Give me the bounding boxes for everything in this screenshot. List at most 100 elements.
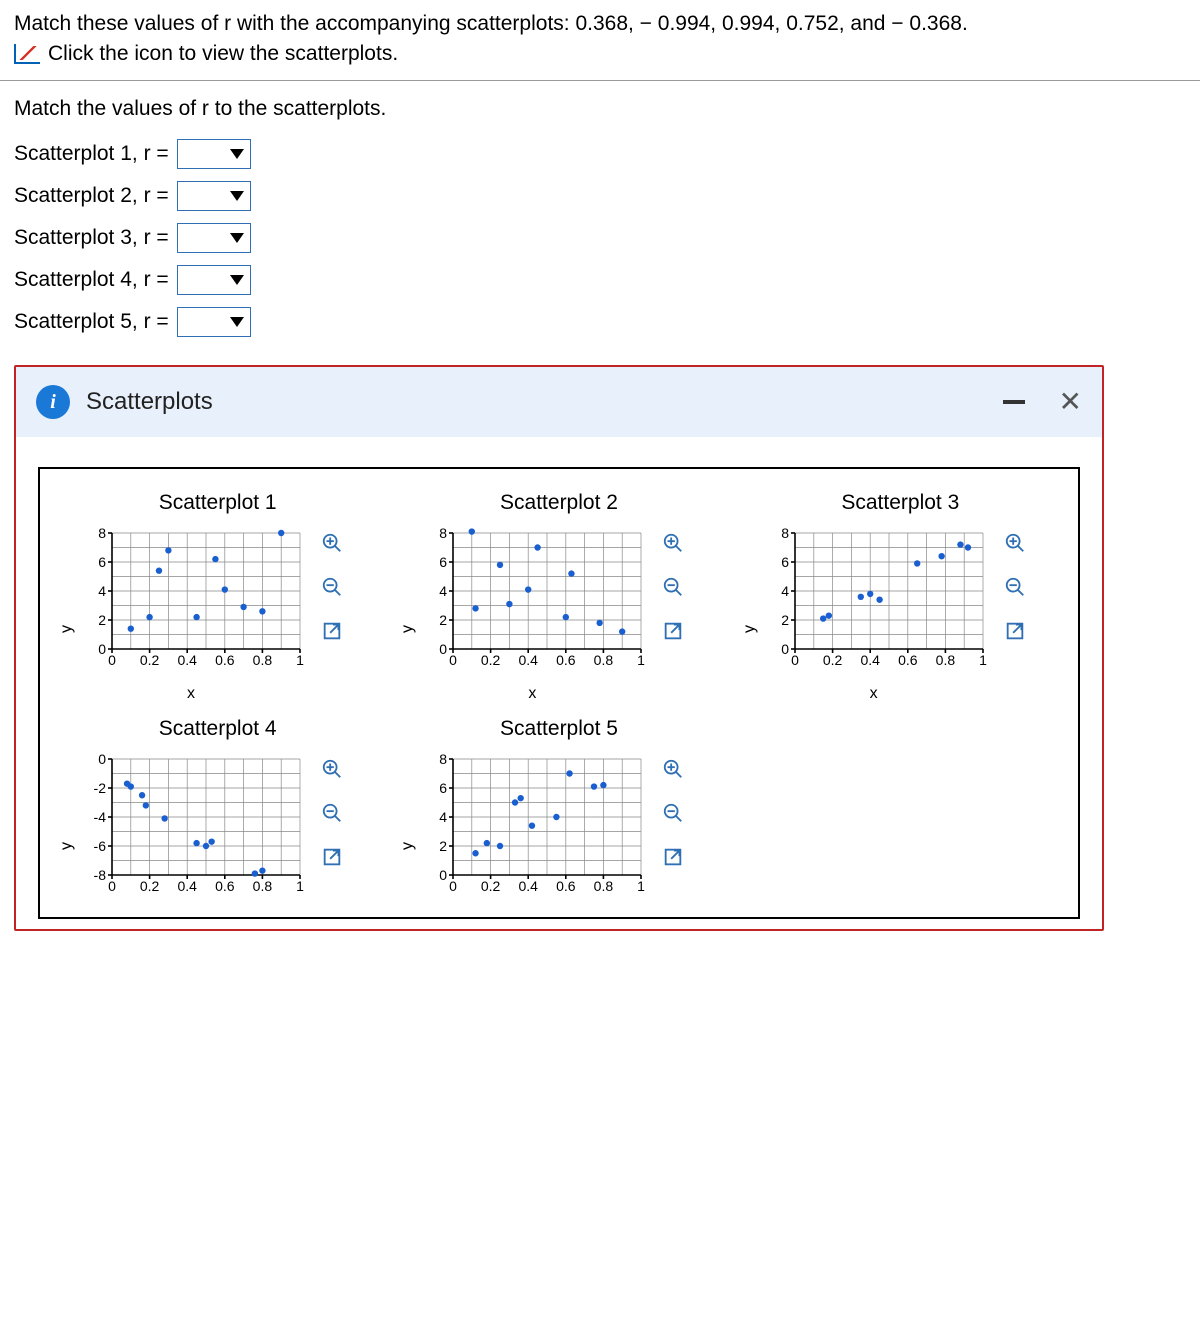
popout-icon[interactable]: [318, 843, 346, 871]
popout-icon[interactable]: [659, 617, 687, 645]
svg-text:0.2: 0.2: [481, 878, 501, 894]
match-row-2: Scatterplot 2, r =: [14, 181, 1186, 211]
svg-text:0.8: 0.8: [935, 652, 955, 668]
r-select-2[interactable]: [177, 181, 251, 211]
svg-text:2: 2: [98, 612, 106, 628]
popout-icon[interactable]: [659, 843, 687, 871]
svg-text:-8: -8: [94, 867, 107, 883]
zoom-out-icon[interactable]: [659, 799, 687, 827]
chevron-down-icon: [230, 149, 244, 159]
svg-text:2: 2: [440, 612, 448, 628]
zoom-in-icon[interactable]: [1001, 529, 1029, 557]
match-label: Scatterplot 3, r =: [14, 226, 169, 250]
minimize-icon[interactable]: [1003, 400, 1025, 404]
plot-cell-5: Scatterplot 5 y 0246800.20.40.60.81: [399, 717, 718, 911]
svg-text:0.8: 0.8: [253, 652, 273, 668]
plot-cell-1: Scatterplot 1 y 0246800.20.40.60.81 x: [58, 491, 377, 703]
view-scatterplots-link[interactable]: Click the icon to view the scatterplots.: [14, 42, 1186, 66]
svg-text:0.2: 0.2: [140, 652, 160, 668]
svg-text:0: 0: [440, 641, 448, 657]
svg-text:0.6: 0.6: [215, 878, 235, 894]
x-axis-label: x: [417, 685, 647, 703]
plot-tools: [318, 751, 346, 871]
svg-text:6: 6: [781, 554, 789, 570]
svg-text:6: 6: [98, 554, 106, 570]
svg-text:4: 4: [98, 583, 106, 599]
zoom-out-icon[interactable]: [1001, 573, 1029, 601]
plot-title: Scatterplot 5: [399, 717, 718, 741]
zoom-out-icon[interactable]: [318, 799, 346, 827]
zoom-in-icon[interactable]: [318, 529, 346, 557]
plot-tools: [1001, 525, 1029, 645]
scatter-chart: 0246800.20.40.60.81: [417, 525, 647, 685]
plot-tools: [318, 525, 346, 645]
svg-text:1: 1: [637, 878, 645, 894]
r-select-5[interactable]: [177, 307, 251, 337]
svg-text:0.6: 0.6: [556, 878, 576, 894]
svg-text:0: 0: [449, 878, 457, 894]
r-select-3[interactable]: [177, 223, 251, 253]
plot-title: Scatterplot 1: [58, 491, 377, 515]
svg-text:0: 0: [108, 878, 116, 894]
zoom-in-icon[interactable]: [659, 529, 687, 557]
svg-text:1: 1: [637, 652, 645, 668]
match-label: Scatterplot 1, r =: [14, 142, 169, 166]
zoom-out-icon[interactable]: [318, 573, 346, 601]
svg-text:8: 8: [781, 525, 789, 541]
zoom-in-icon[interactable]: [659, 755, 687, 783]
match-label: Scatterplot 4, r =: [14, 268, 169, 292]
svg-text:8: 8: [440, 525, 448, 541]
plot-tools: [659, 751, 687, 871]
chevron-down-icon: [230, 191, 244, 201]
chevron-down-icon: [230, 275, 244, 285]
scatter-chart: 0246800.20.40.60.81: [417, 751, 647, 911]
svg-text:0: 0: [781, 641, 789, 657]
svg-text:0.6: 0.6: [898, 652, 918, 668]
svg-text:-4: -4: [94, 809, 107, 825]
info-icon: i: [36, 385, 70, 419]
r-select-1[interactable]: [177, 139, 251, 169]
plot-cell-2: Scatterplot 2 y 0246800.20.40.60.81 x: [399, 491, 718, 703]
svg-text:0.8: 0.8: [594, 652, 614, 668]
popout-icon[interactable]: [318, 617, 346, 645]
svg-text:0.4: 0.4: [519, 652, 539, 668]
svg-text:0: 0: [98, 641, 106, 657]
svg-text:2: 2: [781, 612, 789, 628]
zoom-in-icon[interactable]: [318, 755, 346, 783]
svg-text:0.8: 0.8: [594, 878, 614, 894]
divider: [0, 80, 1200, 81]
match-label: Scatterplot 5, r =: [14, 310, 169, 334]
sub-prompt: Match the values of r to the scatterplot…: [14, 97, 1186, 121]
r-select-4[interactable]: [177, 265, 251, 295]
plot-title: Scatterplot 3: [741, 491, 1060, 515]
y-axis-label: y: [58, 555, 76, 703]
y-axis-label: y: [399, 555, 417, 703]
plot-tools: [659, 525, 687, 645]
scatter-chart: 0246800.20.40.60.81: [759, 525, 989, 685]
svg-text:1: 1: [296, 878, 304, 894]
popout-icon[interactable]: [1001, 617, 1029, 645]
close-icon[interactable]: ✕: [1059, 388, 1082, 416]
modal-body: Scatterplot 1 y 0 2 4 6 8 0 0.2 0.4 0.6 0.8 1 x Sc…: [16, 437, 1102, 929]
match-row-4: Scatterplot 4, r =: [14, 265, 1186, 295]
svg-text:0.2: 0.2: [140, 878, 160, 894]
svg-text:6: 6: [440, 554, 448, 570]
scatter-chart: 0246800.20.40.60.81: [76, 525, 306, 685]
match-label: Scatterplot 2, r =: [14, 184, 169, 208]
svg-text:0.2: 0.2: [823, 652, 843, 668]
svg-text:4: 4: [440, 583, 448, 599]
modal-header: i Scatterplots ✕: [16, 367, 1102, 437]
svg-text:1: 1: [979, 652, 987, 668]
y-axis-label: y: [399, 781, 417, 911]
y-axis-label: y: [58, 781, 76, 911]
zoom-out-icon[interactable]: [659, 573, 687, 601]
svg-text:0: 0: [108, 652, 116, 668]
modal-title: Scatterplots: [86, 388, 987, 416]
x-axis-label: x: [76, 685, 306, 703]
match-row-5: Scatterplot 5, r =: [14, 307, 1186, 337]
svg-text:1: 1: [296, 652, 304, 668]
svg-text:0.6: 0.6: [215, 652, 235, 668]
svg-text:0: 0: [791, 652, 799, 668]
x-axis-label: x: [759, 685, 989, 703]
svg-text:0.2: 0.2: [481, 652, 501, 668]
